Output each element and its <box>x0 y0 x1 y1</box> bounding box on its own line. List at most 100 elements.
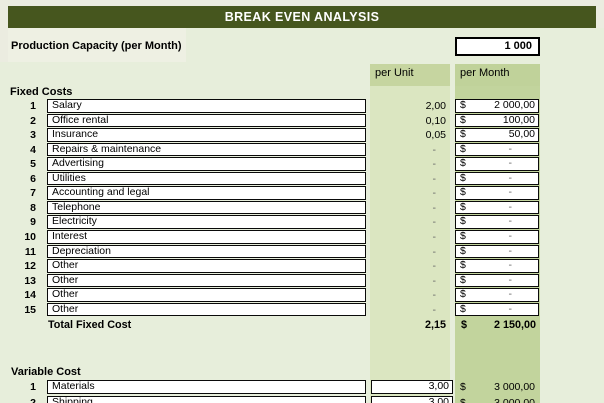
fixed-row-number: 10 <box>8 230 36 244</box>
variable-cost-name-cell[interactable]: Shipping <box>47 396 366 403</box>
variable-cost-per-month-value: 3 000,00 <box>455 380 535 394</box>
fixed-cost-name-cell[interactable]: Utilities <box>47 172 366 186</box>
currency-symbol: $ <box>456 173 466 185</box>
currency-symbol: $ <box>456 202 466 214</box>
fixed-cost-per-month-cell[interactable]: $- <box>455 215 539 229</box>
fixed-row-number: 12 <box>8 259 36 273</box>
fixed-cost-per-month-cell[interactable]: $- <box>455 172 539 186</box>
fixed-cost-per-unit-value: 2,00 <box>370 99 446 113</box>
fixed-cost-per-month-value: 50,00 <box>509 129 538 141</box>
fixed-cost-name-cell[interactable]: Other <box>47 274 366 288</box>
currency-symbol: $ <box>456 289 466 301</box>
fixed-cost-name-cell[interactable]: Depreciation <box>47 245 366 259</box>
fixed-cost-per-month-cell[interactable]: $2 000,00 <box>455 99 539 113</box>
fixed-row-number: 11 <box>8 245 36 259</box>
fixed-cost-name-cell[interactable]: Other <box>47 303 366 317</box>
currency-symbol: $ <box>456 260 466 272</box>
fixed-cost-per-month-cell[interactable]: $- <box>455 186 539 200</box>
fixed-cost-per-unit-value: - <box>370 245 436 259</box>
production-capacity-input[interactable]: 1 000 <box>455 37 540 56</box>
fixed-cost-per-unit-value: - <box>370 303 436 317</box>
fixed-cost-name-cell[interactable]: Accounting and legal <box>47 186 366 200</box>
currency-symbol: $ <box>456 275 466 287</box>
fixed-cost-per-month-cell[interactable]: $- <box>455 288 539 302</box>
fixed-cost-per-month-cell[interactable]: $50,00 <box>455 128 539 142</box>
fixed-cost-per-month-cell[interactable]: $- <box>455 259 539 273</box>
fixed-cost-per-unit-value: - <box>370 274 436 288</box>
page-title: BREAK EVEN ANALYSIS <box>225 10 380 24</box>
fixed-cost-per-month-value: - <box>509 275 539 287</box>
fixed-costs-section-label: Fixed Costs <box>10 86 72 98</box>
fixed-cost-per-unit-value: - <box>370 215 436 229</box>
fixed-cost-per-month-cell[interactable]: $100,00 <box>455 114 539 128</box>
fixed-cost-per-month-value: - <box>509 187 539 199</box>
production-capacity-label: Production Capacity (per Month) <box>11 40 182 52</box>
fixed-cost-per-unit-value: - <box>370 172 436 186</box>
variable-cost-per-unit-cell[interactable]: 3,00 <box>371 380 453 394</box>
fixed-cost-name-cell[interactable]: Other <box>47 288 366 302</box>
variable-row-number: 2 <box>8 396 36 403</box>
currency-symbol: $ <box>456 129 466 141</box>
fixed-cost-per-month-value: - <box>509 173 539 185</box>
fixed-row-number: 14 <box>8 288 36 302</box>
fixed-cost-per-month-value: - <box>509 202 539 214</box>
fixed-row-number: 15 <box>8 303 36 317</box>
fixed-cost-name-cell[interactable]: Repairs & maintenance <box>47 143 366 157</box>
fixed-cost-name-cell[interactable]: Salary <box>47 99 366 113</box>
fixed-cost-name-cell[interactable]: Other <box>47 259 366 273</box>
currency-symbol: $ <box>456 231 466 243</box>
fixed-cost-per-unit-value: 0,10 <box>370 114 446 128</box>
currency-symbol: $ <box>456 144 466 156</box>
currency-symbol: $ <box>456 187 466 199</box>
fixed-cost-name-cell[interactable]: Interest <box>47 230 366 244</box>
fixed-cost-per-month-cell[interactable]: $- <box>455 303 539 317</box>
fixed-cost-per-month-value: 100,00 <box>503 115 538 127</box>
fixed-cost-name-cell[interactable]: Advertising <box>47 157 366 171</box>
variable-row-number: 1 <box>8 380 36 394</box>
break-even-analysis-sheet: BREAK EVEN ANALYSIS Production Capacity … <box>0 0 604 403</box>
fixed-cost-per-unit-value: - <box>370 201 436 215</box>
total-fixed-cost-per-month: 2 150,00 <box>455 318 536 332</box>
fixed-cost-per-month-cell[interactable]: $- <box>455 201 539 215</box>
fixed-row-number: 2 <box>8 114 36 128</box>
fixed-cost-per-month-value: - <box>509 304 539 316</box>
fixed-cost-per-month-value: 2 000,00 <box>494 100 538 112</box>
fixed-row-number: 1 <box>8 99 36 113</box>
fixed-cost-per-unit-value: 0,05 <box>370 128 446 142</box>
fixed-cost-per-month-cell[interactable]: $- <box>455 143 539 157</box>
fixed-row-number: 3 <box>8 128 36 142</box>
fixed-cost-per-month-cell[interactable]: $- <box>455 230 539 244</box>
fixed-cost-name-cell[interactable]: Office rental <box>47 114 366 128</box>
currency-symbol: $ <box>456 115 466 127</box>
fixed-row-number: 7 <box>8 186 36 200</box>
variable-cost-name-cell[interactable]: Materials <box>47 380 366 394</box>
fixed-cost-name-cell[interactable]: Electricity <box>47 215 366 229</box>
fixed-cost-per-month-cell[interactable]: $- <box>455 245 539 259</box>
fixed-cost-per-month-value: - <box>509 216 539 228</box>
fixed-cost-per-unit-value: - <box>370 288 436 302</box>
fixed-cost-per-unit-value: - <box>370 143 436 157</box>
fixed-row-number: 6 <box>8 172 36 186</box>
variable-cost-per-month-value: 3 000,00 <box>455 396 535 403</box>
fixed-cost-per-month-value: - <box>509 246 539 258</box>
fixed-row-number: 8 <box>8 201 36 215</box>
left-margin <box>0 6 8 62</box>
currency-symbol: $ <box>456 304 466 316</box>
right-margin <box>596 6 604 28</box>
fixed-cost-name-cell[interactable]: Telephone <box>47 201 366 215</box>
fixed-cost-name-cell[interactable]: Insurance <box>47 128 366 142</box>
fixed-cost-per-unit-value: - <box>370 230 436 244</box>
per-unit-column-header: per Unit <box>375 67 414 79</box>
fixed-cost-per-month-cell[interactable]: $- <box>455 157 539 171</box>
fixed-cost-per-month-cell[interactable]: $- <box>455 274 539 288</box>
variable-cost-per-unit-cell[interactable]: 3,00 <box>371 396 453 403</box>
fixed-row-number: 4 <box>8 143 36 157</box>
fixed-cost-per-month-value: - <box>509 158 539 170</box>
fixed-cost-per-unit-value: - <box>370 259 436 273</box>
per-month-column-header: per Month <box>460 67 510 79</box>
fixed-cost-per-month-value: - <box>509 144 539 156</box>
variable-costs-section-label: Variable Cost <box>11 366 81 378</box>
fixed-cost-per-month-value: - <box>509 289 539 301</box>
title-bar: BREAK EVEN ANALYSIS <box>8 6 596 28</box>
fixed-cost-per-unit-value: - <box>370 157 436 171</box>
